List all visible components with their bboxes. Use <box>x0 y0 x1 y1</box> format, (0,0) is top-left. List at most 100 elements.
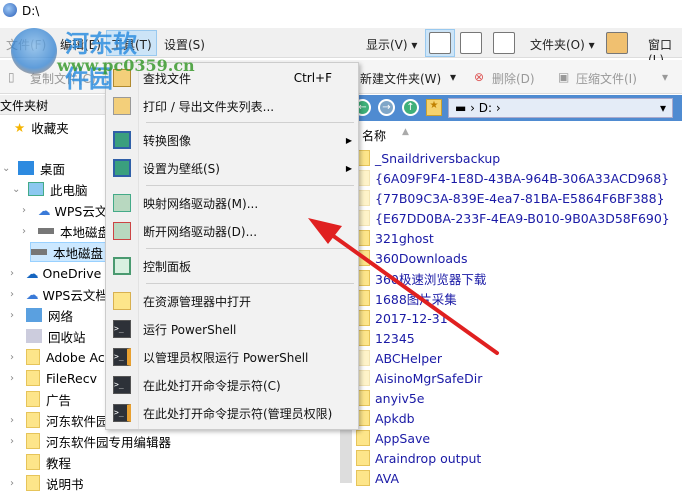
folder-panes-button[interactable] <box>606 32 628 54</box>
file-list-item[interactable]: ABCHelper <box>356 348 442 368</box>
tree-item-folder[interactable]: › 河东软件园专用编辑器 <box>10 431 171 451</box>
new-folder-dropdown[interactable]: ▾ <box>450 70 456 84</box>
column-name[interactable]: 名称 <box>362 127 386 144</box>
view-details-button[interactable] <box>425 29 455 57</box>
menu-item-control-panel[interactable]: 控制面板 <box>106 253 358 279</box>
chevron-down-icon[interactable]: ⌄ <box>12 184 22 195</box>
tree-item-local-disk-c[interactable]: › 本地磁盘 <box>22 221 110 241</box>
tree-item-onedrive[interactable]: › ☁ OneDrive <box>10 263 101 283</box>
new-folder-button[interactable]: 新建文件夹(W) <box>360 70 441 87</box>
file-list-item[interactable]: Apkdb <box>356 408 415 428</box>
compress-dropdown[interactable]: ▾ <box>662 70 668 84</box>
tree-item-folder[interactable]: › 河东软件园 <box>10 410 109 430</box>
menu-label: 运行 PowerShell <box>143 322 237 337</box>
file-list-item[interactable]: anyiv5e <box>356 388 425 408</box>
compress-button[interactable]: 压缩文件(I) <box>576 70 637 87</box>
tree-item-network[interactable]: › 网络 <box>10 305 73 325</box>
file-list-item[interactable]: AppSave <box>356 428 430 448</box>
menu-display[interactable]: 显示(V) ▾ <box>366 36 417 53</box>
menu-settings[interactable]: 设置(S) <box>164 36 205 53</box>
menu-item-open-cmd-admin[interactable]: >_ 在此处打开命令提示符(管理员权限) <box>106 400 358 426</box>
tree-label: 本地磁盘 <box>53 245 104 261</box>
tree-item-favorites[interactable]: ★ 收藏夹 <box>14 117 69 137</box>
menu-item-convert-image[interactable]: 转换图像 ▶ <box>106 127 358 153</box>
menu-edit[interactable]: 编辑(E) <box>60 36 101 53</box>
favorites-folder-icon[interactable]: ★ <box>426 99 442 116</box>
chevron-right-icon[interactable]: › <box>10 352 20 363</box>
file-list-item[interactable]: AisinoMgrSafeDir <box>356 368 482 388</box>
tree-item-folder[interactable]: 广告 <box>26 389 71 409</box>
chevron-right-icon[interactable]: › <box>10 310 20 321</box>
tree-item-desktop[interactable]: ⌄ 桌面 <box>2 158 65 178</box>
menu-item-map-network-drive[interactable]: 映射网络驱动器(M)... <box>106 190 358 216</box>
menu-item-open-in-explorer[interactable]: 在资源管理器中打开 <box>106 288 358 314</box>
file-list-item[interactable]: {6A09F9F4-1E8D-43BA-964B-306A33ACD968} <box>356 168 669 188</box>
file-list-item[interactable]: 321ghost <box>356 228 434 248</box>
address-drive: D: <box>478 101 493 115</box>
menu-item-run-powershell-admin[interactable]: >_ 以管理员权限运行 PowerShell <box>106 344 358 370</box>
delete-button[interactable]: 删除(D) <box>492 70 535 87</box>
menu-label: 转换图像 <box>143 133 192 148</box>
chevron-right-icon[interactable]: › <box>10 478 20 489</box>
tree-label: 本地磁盘 <box>60 224 111 240</box>
network-icon <box>26 308 42 322</box>
tree-item-folder[interactable]: › FileRecv <box>10 368 97 388</box>
view-preview-button[interactable] <box>460 32 482 54</box>
file-list-item[interactable]: Araindrop output <box>356 448 481 468</box>
menu-folder[interactable]: 文件夹(O) ▾ <box>530 36 595 53</box>
file-list-item[interactable]: 360极速浏览器下载 <box>356 268 486 288</box>
address-bar[interactable]: ▬ › D: › ▾ <box>448 98 673 118</box>
menu-label: 控制面板 <box>143 259 192 274</box>
up-button[interactable]: ↑ <box>402 99 419 116</box>
file-name: _Snaildriversbackup <box>375 150 501 166</box>
address-dropdown-icon[interactable]: ▾ <box>660 101 666 115</box>
tree-item-recycle-bin[interactable]: 回收站 <box>26 326 86 346</box>
drive-icon <box>38 228 54 234</box>
chevron-right-icon[interactable]: › <box>10 436 20 447</box>
menu-item-run-powershell[interactable]: >_ 运行 PowerShell <box>106 316 358 342</box>
tree-item-folder[interactable]: 教程 <box>26 452 71 472</box>
printer-icon <box>113 97 131 115</box>
chevron-right-icon[interactable]: › <box>10 268 20 279</box>
tree-item-this-pc[interactable]: ⌄ 此电脑 <box>12 179 88 199</box>
chevron-right-icon[interactable]: › <box>10 415 20 426</box>
folder-icon <box>356 450 370 466</box>
recycle-bin-icon <box>26 329 42 343</box>
chevron-right-icon[interactable]: › <box>10 373 20 384</box>
tools-menu: 查找文件 Ctrl+F 打印 / 导出文件夹列表... 转换图像 ▶ 设置为壁纸(S… <box>105 62 359 430</box>
menu-separator <box>146 248 354 249</box>
file-list-item[interactable]: 12345 <box>356 328 415 348</box>
folder-tree-title: 文件夹树 <box>0 99 49 113</box>
menu-file[interactable]: 文件(F) <box>6 36 46 53</box>
menu-tools[interactable]: 工具(T) <box>106 30 157 56</box>
file-list-item[interactable]: AVA <box>356 468 399 488</box>
copy-file-button[interactable]: 复制文件(C) <box>30 70 96 87</box>
chevron-right-icon[interactable]: › <box>22 226 32 237</box>
menu-separator <box>146 185 354 186</box>
menu-item-disconnect-network-drive[interactable]: 断开网络驱动器(D)... <box>106 218 358 244</box>
chevron-right-icon[interactable]: › <box>22 205 32 216</box>
chevron-down-icon[interactable]: ⌄ <box>2 163 12 174</box>
menu-label: 以管理员权限运行 PowerShell <box>143 350 309 365</box>
tree-item-folder[interactable]: › 说明书 <box>10 473 84 493</box>
desktop-icon <box>18 161 34 175</box>
menu-item-set-wallpaper[interactable]: 设置为壁纸(S) ▶ <box>106 155 358 181</box>
view-dual-button[interactable] <box>493 32 515 54</box>
chevron-right-icon[interactable]: › <box>10 289 20 300</box>
file-list-item[interactable]: _Snaildriversbackup <box>356 148 500 168</box>
file-list-item[interactable]: 360Downloads <box>356 248 468 268</box>
file-list-item[interactable]: 1688图片采集 <box>356 288 457 308</box>
folder-icon <box>113 292 131 310</box>
menu-item-open-cmd[interactable]: >_ 在此处打开命令提示符(C) <box>106 372 358 398</box>
details-view-icon <box>429 32 451 54</box>
menu-label: 断开网络驱动器(D)... <box>143 224 258 239</box>
tree-item-wps-docs[interactable]: › ☁ WPS云文档 <box>10 284 108 304</box>
tree-item-local-disk-d[interactable]: 本地磁盘 <box>30 242 110 262</box>
menu-item-print-export[interactable]: 打印 / 导出文件夹列表... <box>106 93 358 119</box>
forward-button[interactable]: → <box>378 99 395 116</box>
menu-item-find-files[interactable]: 查找文件 Ctrl+F <box>106 65 358 91</box>
file-list-item[interactable]: {77B09C3A-839E-4ea7-81BA-E5864F6BF388} <box>356 188 665 208</box>
file-list-item[interactable]: {E67DD0BA-233F-4EA9-B010-9B0A3D58F690} <box>356 208 670 228</box>
file-list-item[interactable]: 2017-12-31 <box>356 308 448 328</box>
tree-scrollbar[interactable] <box>340 430 352 483</box>
